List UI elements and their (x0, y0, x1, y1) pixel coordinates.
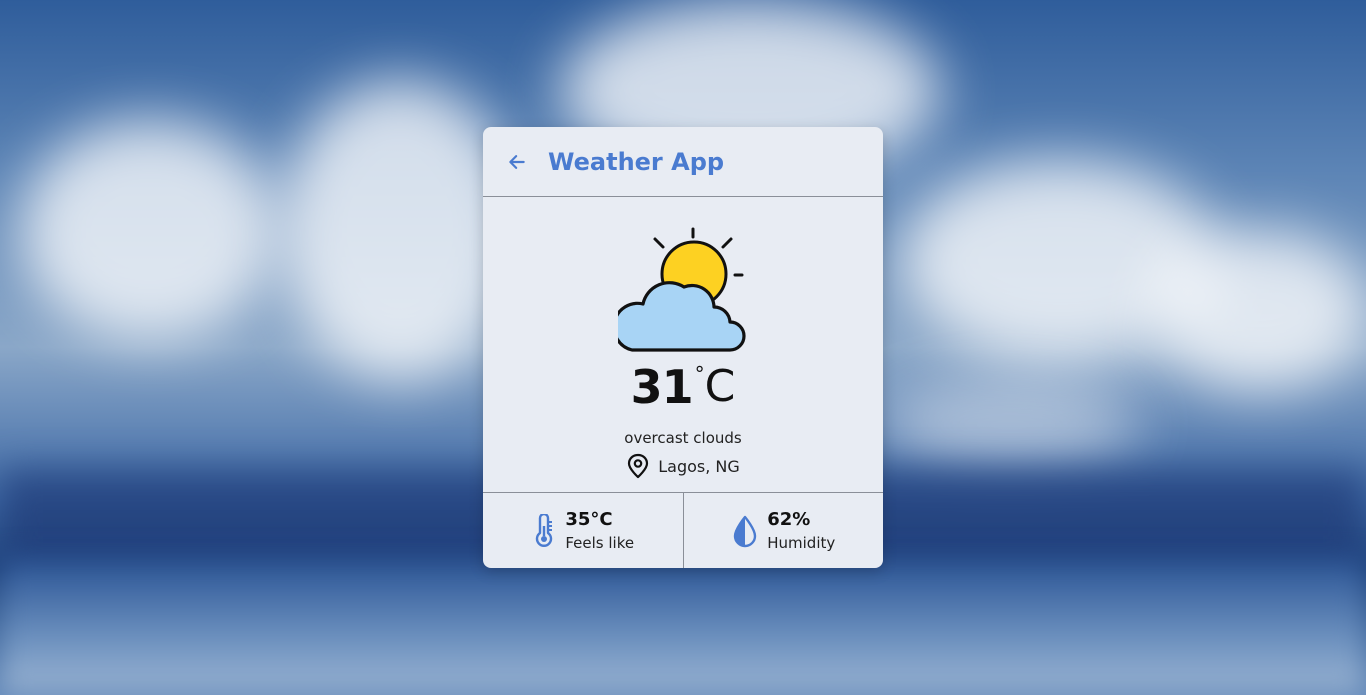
back-button[interactable] (505, 150, 529, 174)
humidity-stat: 62% Humidity (682, 493, 884, 568)
app-title: Weather App (548, 147, 725, 176)
partly-cloudy-icon (618, 227, 746, 352)
location: Lagos, NG (626, 453, 740, 479)
thermometer-icon (536, 513, 553, 547)
feels-like-value: 35°C (565, 508, 613, 530)
feels-like-label: Feels like (565, 533, 635, 552)
arrow-left-icon (509, 154, 525, 169)
water-drop-icon (734, 515, 757, 547)
unit-letter: C (704, 361, 736, 412)
humidity-label: Humidity (767, 533, 836, 552)
weather-stats: 35°C Feels like 62% Humidity (483, 492, 883, 568)
feels-like-stat: 35°C Feels like (483, 493, 683, 568)
current-weather: 31 °C overcast clouds Lagos, NG (483, 197, 883, 492)
temperature: 31 °C (631, 359, 736, 415)
location-label: Lagos, NG (658, 456, 740, 476)
card-header: Weather App (483, 127, 883, 197)
weather-card: Weather App 31 °C overcast clouds Lagos,… (483, 127, 883, 568)
temperature-value: 31 (630, 360, 694, 414)
map-pin-icon (628, 453, 649, 479)
humidity-value: 62% (767, 508, 811, 530)
weather-description: overcast clouds (624, 429, 742, 447)
degree-symbol: ° (694, 362, 705, 386)
temperature-unit: °C (695, 359, 736, 415)
